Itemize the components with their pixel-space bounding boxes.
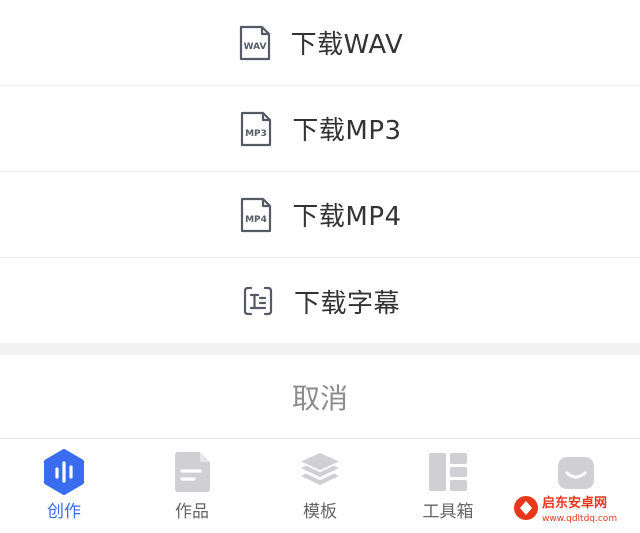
svg-text:MP3: MP3	[246, 129, 268, 139]
svg-text:MP4: MP4	[246, 215, 268, 225]
tab-templates-label: 模板	[303, 502, 337, 522]
download-action-sheet: WAV 下载WAV MP3 下载MP3 MP4 下载MP4 下载字幕 取消	[0, 0, 640, 438]
tab-create-label: 创作	[47, 502, 81, 522]
tab-templates[interactable]: 模板	[270, 439, 370, 529]
toolbox-icon	[425, 449, 471, 495]
works-icon	[169, 449, 215, 495]
mp4-file-icon: MP4	[238, 197, 274, 233]
tab-works[interactable]: 作品	[142, 439, 242, 529]
download-mp3-option[interactable]: MP3 下载MP3	[0, 86, 640, 172]
subtitle-icon	[240, 283, 276, 319]
mp3-file-icon: MP3	[238, 111, 274, 147]
download-subtitle-label: 下载字幕	[293, 288, 400, 319]
download-mp4-option[interactable]: MP4 下载MP4	[0, 172, 640, 258]
download-wav-label: 下载WAV	[290, 30, 404, 60]
create-icon	[41, 449, 87, 495]
site-watermark: 启东安卓网 www.qdltdq.com	[508, 488, 640, 529]
cancel-label: 取消	[291, 381, 348, 415]
tab-toolbox[interactable]: 工具箱	[398, 439, 498, 529]
tab-toolbox-label: 工具箱	[422, 502, 474, 522]
download-mp3-label: 下载MP3	[292, 116, 402, 146]
svg-text:WAV: WAV	[243, 42, 266, 52]
cancel-button[interactable]: 取消	[0, 355, 640, 438]
tab-works-label: 作品	[175, 502, 209, 522]
tab-create[interactable]: 创作	[14, 439, 114, 529]
section-gap	[0, 343, 640, 355]
svg-text:启东安卓网: 启东安卓网	[542, 495, 607, 511]
download-subtitle-option[interactable]: 下载字幕	[0, 258, 640, 344]
template-icon	[297, 449, 343, 495]
download-mp4-label: 下载MP4	[292, 202, 402, 232]
svg-text:www.qdltdq.com: www.qdltdq.com	[542, 514, 617, 524]
wav-file-icon: WAV	[237, 25, 273, 61]
download-wav-option[interactable]: WAV 下载WAV	[0, 0, 640, 86]
